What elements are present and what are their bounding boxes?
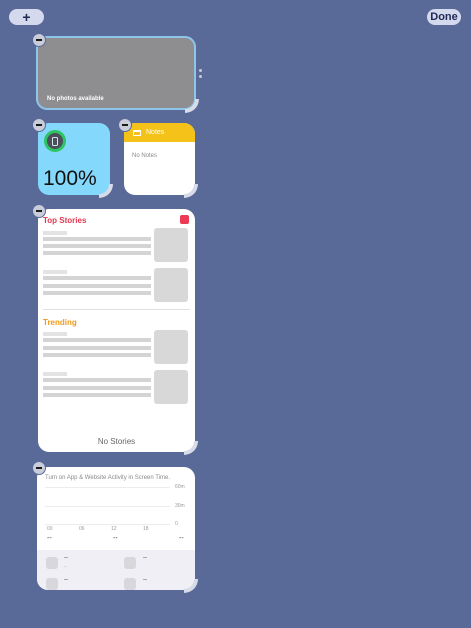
battery-percentage: 100% [43, 167, 97, 190]
battery-resize-handle[interactable] [96, 181, 113, 198]
y-axis-label: 30m [175, 503, 185, 509]
remove-photos-widget-button[interactable] [32, 33, 46, 47]
app-icon-placeholder [124, 557, 136, 569]
app-icon-placeholder [46, 578, 58, 590]
y-axis-label: 60m [175, 484, 185, 490]
photos-empty-label: No photos available [47, 96, 104, 102]
remove-screentime-widget-button[interactable] [32, 461, 46, 475]
add-widget-button[interactable]: + [9, 9, 44, 25]
x-axis-label: 06 [79, 526, 85, 532]
chart-gridline [45, 524, 170, 525]
notes-folder-icon [133, 129, 141, 136]
news-empty-text: No Stories [97, 437, 136, 446]
summary-value: -- [179, 535, 184, 542]
remove-battery-widget-button[interactable] [32, 118, 46, 132]
y-axis-label: 0 [175, 521, 178, 527]
notes-title: Notes [146, 129, 165, 136]
summary-value: -- [113, 535, 118, 542]
app-usage-value: -- [143, 555, 147, 561]
news-widget[interactable]: Top Stories Trending No Stories [38, 209, 195, 452]
remove-notes-widget-button[interactable] [118, 118, 132, 132]
news-divider [43, 309, 190, 310]
photos-widget[interactable]: No photos available [36, 36, 196, 110]
app-usage-value: -- [143, 577, 147, 583]
app-usage-list: -- -- -- -- -- [37, 550, 195, 590]
trending-heading: Trending [43, 318, 77, 327]
screentime-message: Turn on App & Website Activity in Screen… [45, 475, 171, 481]
news-app-icon [180, 215, 189, 224]
done-button[interactable]: Done [427, 9, 461, 25]
photos-resize-handle[interactable] [182, 96, 199, 113]
notes-header: Notes [124, 123, 195, 142]
screentime-widget[interactable]: Turn on App & Website Activity in Screen… [37, 467, 195, 590]
screentime-resize-handle[interactable] [181, 576, 198, 593]
summary-value: -- [47, 535, 52, 542]
notes-empty-text: No Notes [132, 153, 158, 159]
app-usage-value: -- [64, 577, 68, 583]
x-axis-label: 18 [143, 526, 149, 532]
x-axis-label: 00 [47, 526, 53, 532]
app-usage-value: -- [64, 555, 68, 561]
ipad-icon [52, 136, 58, 146]
remove-news-widget-button[interactable] [32, 204, 46, 218]
battery-ring-icon [44, 130, 66, 152]
chart-gridline [45, 506, 170, 507]
app-usage-sub: -- [64, 563, 67, 568]
notes-resize-handle[interactable] [181, 181, 198, 198]
top-stories-heading: Top Stories [43, 216, 87, 225]
app-icon-placeholder [124, 578, 136, 590]
news-resize-handle[interactable] [181, 438, 198, 455]
chart-gridline [45, 487, 170, 488]
page-indicator-dots[interactable] [199, 69, 202, 79]
x-axis-label: 12 [111, 526, 117, 532]
app-icon-placeholder [46, 557, 58, 569]
